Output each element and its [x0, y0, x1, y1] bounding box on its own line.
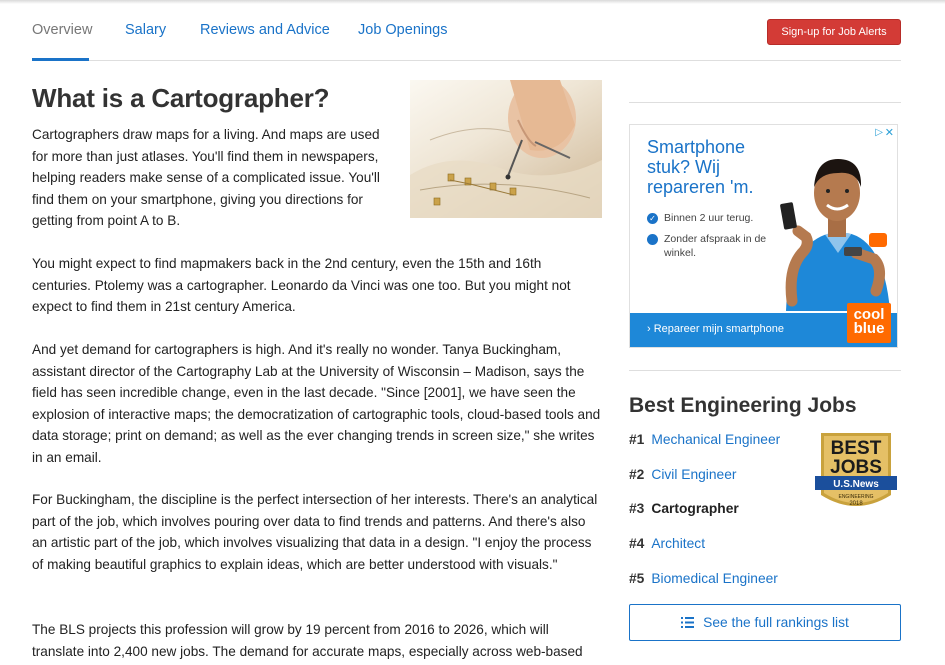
coolblue-logo: cool blue	[847, 303, 891, 343]
article-paragraph: For Buckingham, the discipline is the pe…	[32, 492, 598, 572]
badge-best-text: BEST	[831, 438, 882, 459]
article-paragraph: And yet demand for cartographers is high…	[32, 342, 601, 465]
ranking-item: #4 Architect	[629, 536, 706, 551]
article-paragraph: The BLS projects this profession will gr…	[32, 622, 583, 659]
sub-navigation: Overview Salary Reviews and Advice Job O…	[32, 0, 901, 61]
ranking-link-biomedical-engineer[interactable]: Biomedical Engineer	[651, 571, 778, 586]
page-title: What is a Cartographer?	[32, 83, 330, 113]
article-paragraph: You might expect to find mapmakers back …	[32, 256, 571, 314]
drafting-compass-illustration	[410, 80, 602, 218]
check-icon: ✓	[647, 213, 658, 224]
ranking-item: #1 Mechanical Engineer	[629, 432, 781, 447]
see-full-rankings-label[interactable]: See the full rankings list	[703, 615, 849, 630]
ad-headline: Smartphone stuk? Wij repareren 'm.	[647, 137, 754, 197]
badge-brand-text: U.S.News	[833, 479, 879, 490]
tab-salary[interactable]: Salary	[125, 22, 166, 38]
check-icon: ✓	[641, 234, 658, 245]
article-paragraph: Cartographers draw maps for a living. An…	[32, 127, 380, 228]
ranking-current-cartographer: Cartographer	[651, 501, 739, 516]
adchoices-play-icon[interactable]: ▷	[875, 127, 883, 138]
ad-bullet: ✓ Binnen 2 uur terug.	[647, 211, 753, 225]
best-jobs-heading: Best Engineering Jobs	[629, 394, 857, 417]
tab-job-openings[interactable]: Job Openings	[358, 22, 447, 38]
ad-bullet: ✓ Zonder afspraak in de winkel.	[640, 233, 767, 259]
cartographer-photo	[410, 80, 602, 218]
ranking-link-mechanical-engineer[interactable]: Mechanical Engineer	[651, 432, 780, 447]
list-icon	[681, 617, 695, 628]
ranking-item: #3 Cartographer	[629, 501, 739, 516]
active-tab-indicator	[32, 58, 89, 61]
tab-overview[interactable]: Overview	[32, 22, 92, 38]
badge-jobs-text: JOBS	[830, 457, 882, 478]
close-icon[interactable]: ✕	[885, 126, 894, 139]
ad-cta-text[interactable]: › Repareer mijn smartphone	[647, 323, 784, 335]
ranking-item: #5 Biomedical Engineer	[629, 571, 778, 586]
advertisement[interactable]: ▷ ✕ Smartphone stuk? Wij repareren 'm. ✓…	[629, 124, 898, 348]
sidebar-divider	[629, 102, 901, 103]
badge-category-text: ENGINEERING	[838, 494, 873, 500]
see-full-rankings-button[interactable]: See the full rankings list	[629, 604, 901, 641]
badge-year-text: 2018	[849, 501, 863, 507]
ranking-item: #2 Civil Engineer	[629, 467, 737, 482]
ranking-link-civil-engineer[interactable]: Civil Engineer	[651, 467, 736, 482]
ranking-link-architect[interactable]: Architect	[651, 536, 705, 551]
smiling-man-with-phone-illustration	[780, 159, 890, 311]
best-jobs-badge: BEST JOBS U.S.News ENGINEERING 2018	[815, 433, 897, 507]
job-alerts-signup-button[interactable]: Sign-up for Job Alerts	[767, 19, 901, 45]
sidebar-divider	[629, 370, 901, 371]
tab-reviews-and-advice[interactable]: Reviews and Advice	[200, 22, 330, 38]
